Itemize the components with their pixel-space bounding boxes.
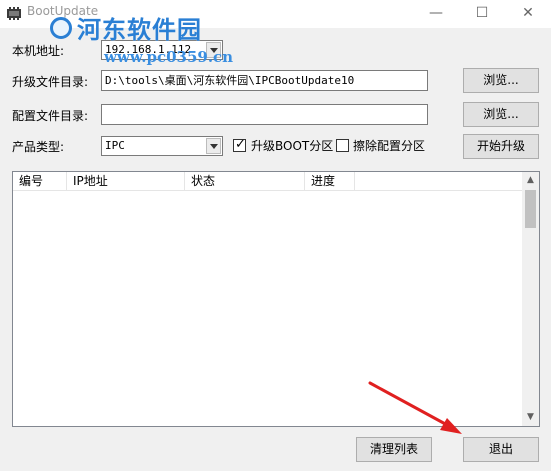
annotation-arrow-icon: [368, 381, 462, 434]
